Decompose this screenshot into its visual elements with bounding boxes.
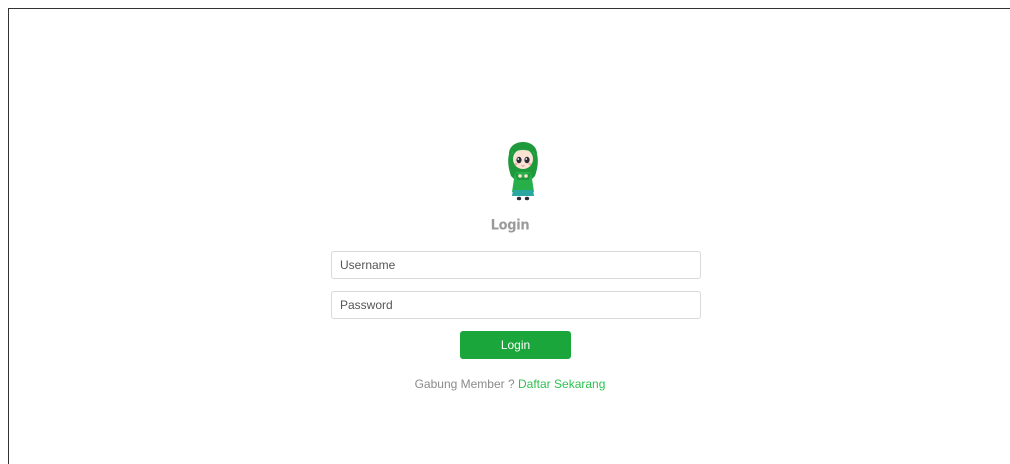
mascot-illustration: [508, 142, 538, 201]
page-title: Login: [490, 217, 530, 234]
signup-link[interactable]: Daftar Sekarang: [518, 377, 605, 391]
login-button[interactable]: Login: [460, 331, 571, 359]
password-input[interactable]: [331, 291, 701, 319]
signup-prompt-text: Gabung Member ?: [414, 377, 515, 391]
signup-prompt: Gabung Member ? Daftar Sekarang: [9, 377, 1010, 391]
login-page: Login Login Gabung Member ? Daftar Sekar…: [8, 8, 1010, 464]
username-input[interactable]: [331, 251, 701, 279]
